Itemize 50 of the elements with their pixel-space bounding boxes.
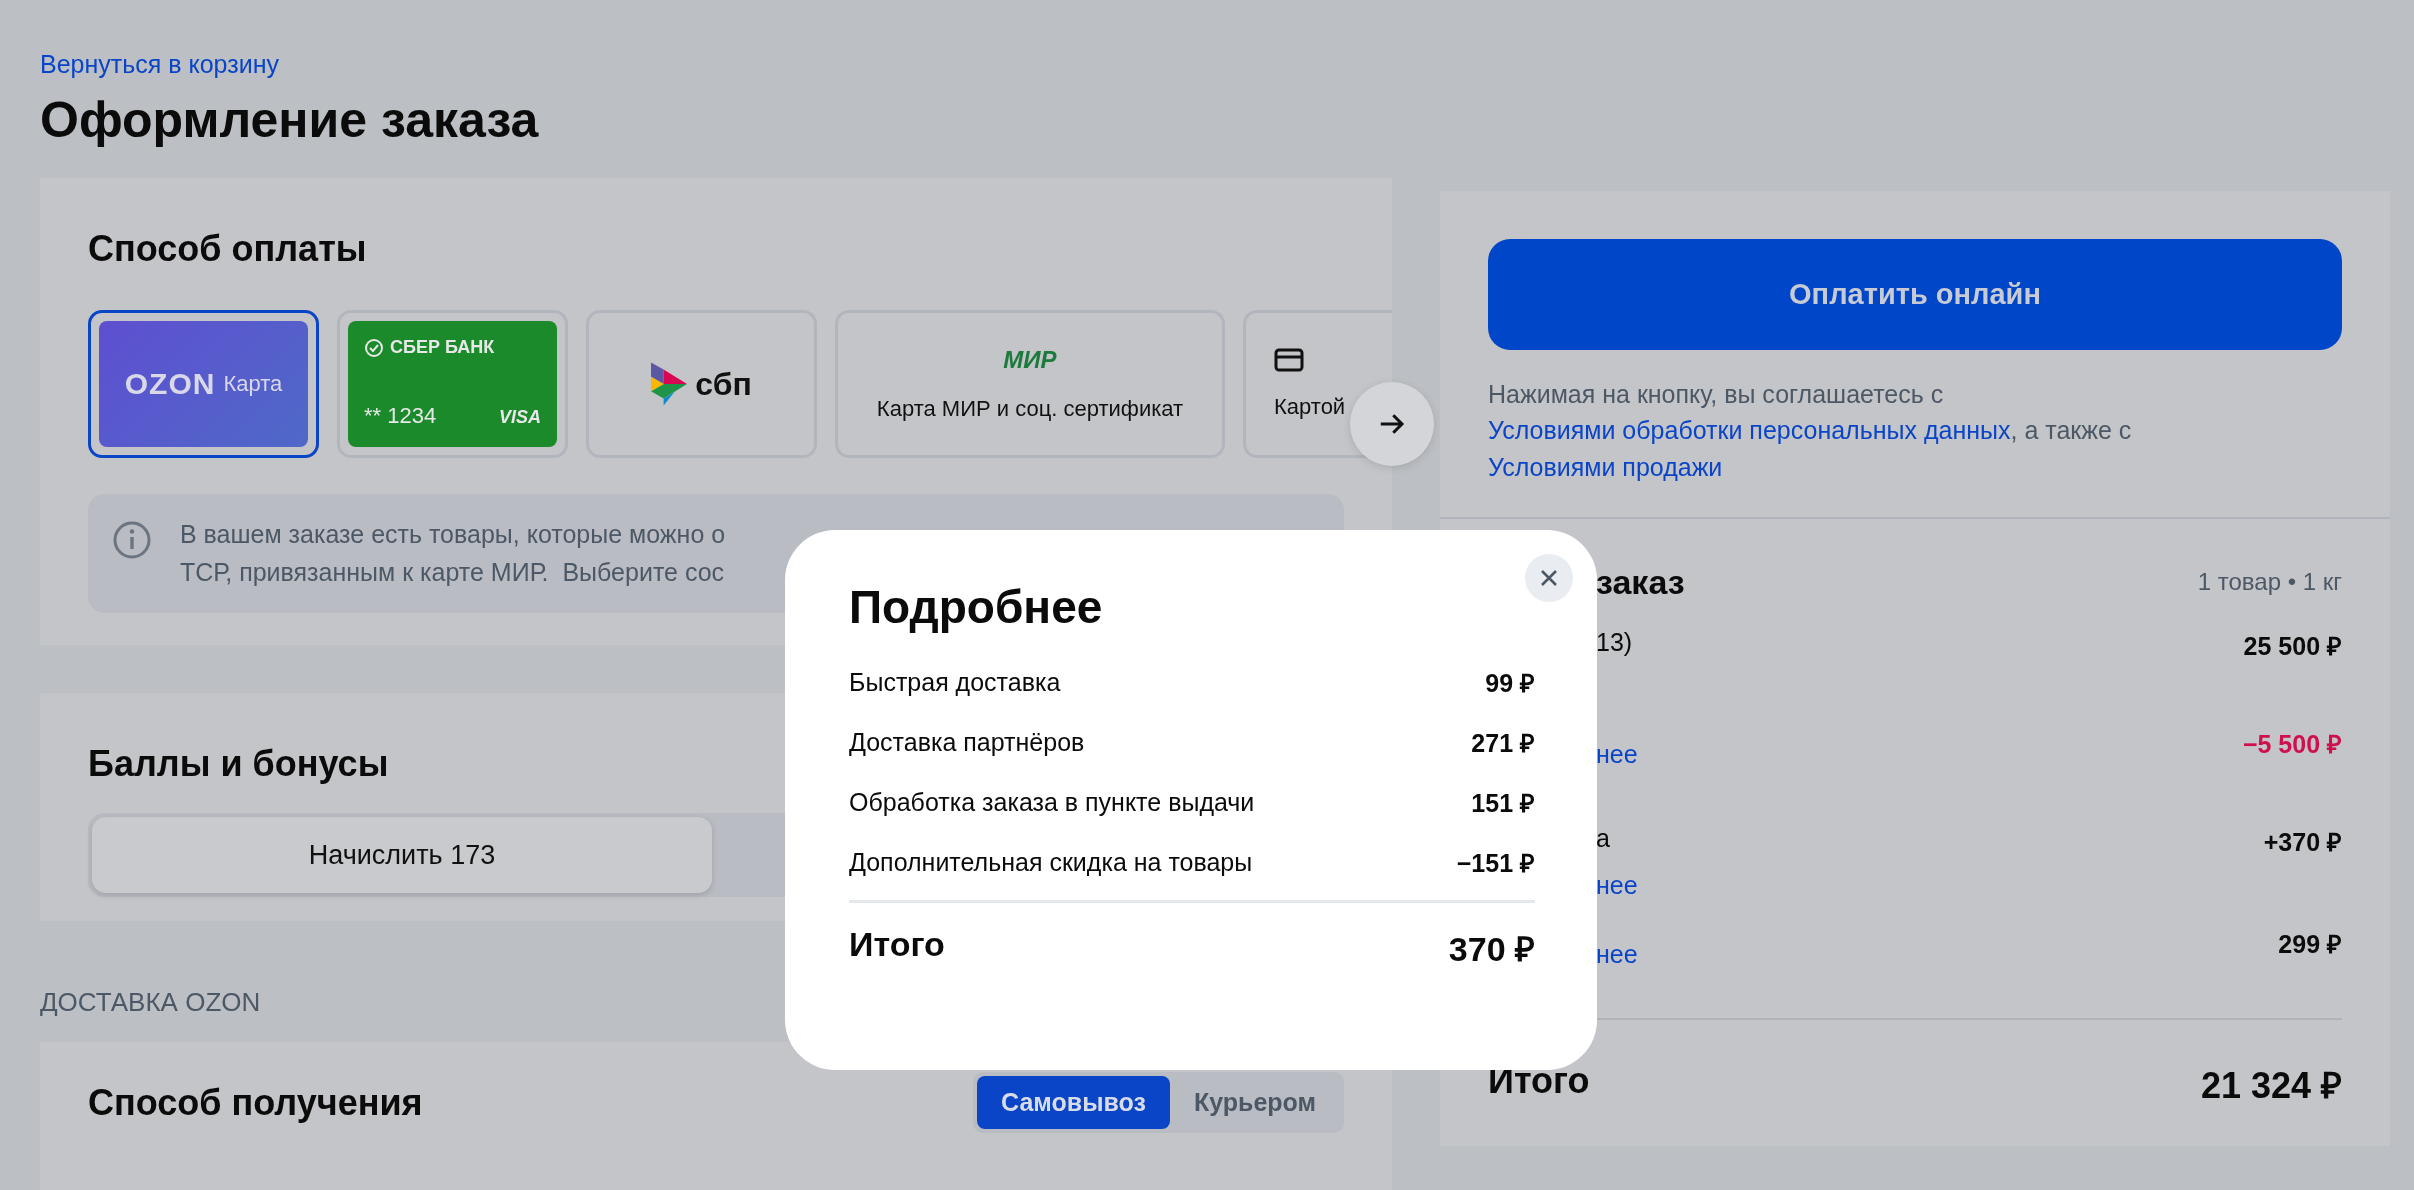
detail-label: Обработка заказа в пункте выдачи <box>849 787 1255 817</box>
order-line-label: 13) <box>1596 627 1633 657</box>
detail-value: −151 ₽ <box>1456 848 1535 879</box>
bonus-option[interactable]: Начислить 173 <box>92 817 712 893</box>
modal-total-value: 370 ₽ <box>1448 929 1535 970</box>
pay-online-button[interactable]: Оплатить онлайн <box>1488 239 2342 350</box>
section-label: ДОСТАВКА OZON <box>40 987 262 1018</box>
payment-method-tile[interactable]: СБЕР БАНК ** 1234 VISA <box>337 310 568 458</box>
receipt-option[interactable]: Самовывоз <box>977 1076 1170 1129</box>
info-icon <box>112 520 152 560</box>
check-circle-icon <box>364 337 384 358</box>
details-link[interactable]: нее <box>1596 739 1638 769</box>
terms-link[interactable]: Условиями продажи <box>1488 452 1723 481</box>
payment-method-tile[interactable]: МИР Карта МИР и соц. сертификат <box>835 310 1225 458</box>
detail-value: 99 ₽ <box>1485 668 1535 699</box>
order-line-label: а <box>1596 823 1611 853</box>
section-title: Способ оплаты <box>88 228 367 270</box>
bank-card-drawing: СБЕР БАНК ** 1234 VISA <box>348 321 557 447</box>
details-link[interactable]: нее <box>1596 939 1638 969</box>
detail-value: 271 ₽ <box>1471 728 1535 759</box>
order-line-value: +370 ₽ <box>2263 826 2342 858</box>
section-title: Баллы и бонусы <box>88 743 389 785</box>
receipt-option[interactable]: Курьером <box>1169 1076 1340 1129</box>
order-meta: 1 товар • 1 кг <box>2197 568 2342 597</box>
close-icon <box>1539 568 1559 588</box>
page-title: Оформление заказа <box>40 93 540 148</box>
order-line-value: 299 ₽ <box>2278 928 2342 960</box>
detail-label: Дополнительная скидка на товары <box>849 847 1253 877</box>
modal-title: Подробнее <box>849 580 1104 634</box>
order-line-value: −5 500 ₽ <box>2242 728 2342 760</box>
terms-text: Нажимая на кнопку, вы соглашаетесь с Условиями обработки персональных данных, а также с Условиями продажи <box>1488 379 2133 483</box>
payment-method-tile[interactable]: OZON Карта <box>88 310 319 458</box>
detail-label: Доставка партнёров <box>849 727 1085 757</box>
order-title: заказ <box>1596 562 1685 602</box>
order-line-value: 25 500 ₽ <box>2243 630 2342 662</box>
total-value: 21 324 ₽ <box>2200 1063 2342 1108</box>
detail-value: 151 ₽ <box>1471 788 1535 819</box>
ozon-card-drawing: OZON Карта <box>99 321 308 447</box>
sbp-logo-icon <box>651 362 688 406</box>
back-to-cart-link[interactable]: Вернуться в корзину <box>40 50 279 79</box>
notice-text: В вашем заказе есть товары, которые можно о ТСР, привязанным к карте МИР. Выберите сос <box>180 519 726 588</box>
modal-total-label: Итого <box>849 925 945 965</box>
details-link[interactable]: нее <box>1596 870 1638 900</box>
detail-label: Быстрая доставка <box>849 667 1061 697</box>
payment-method-tile[interactable]: сбп <box>586 310 817 458</box>
terms-link[interactable]: Условиями обработки персональных данных <box>1488 416 2011 445</box>
total-label: Итого <box>1488 1059 1590 1103</box>
section-title: Способ получения <box>88 1081 423 1124</box>
card-icon <box>1274 348 1304 372</box>
close-button[interactable] <box>1525 554 1573 602</box>
